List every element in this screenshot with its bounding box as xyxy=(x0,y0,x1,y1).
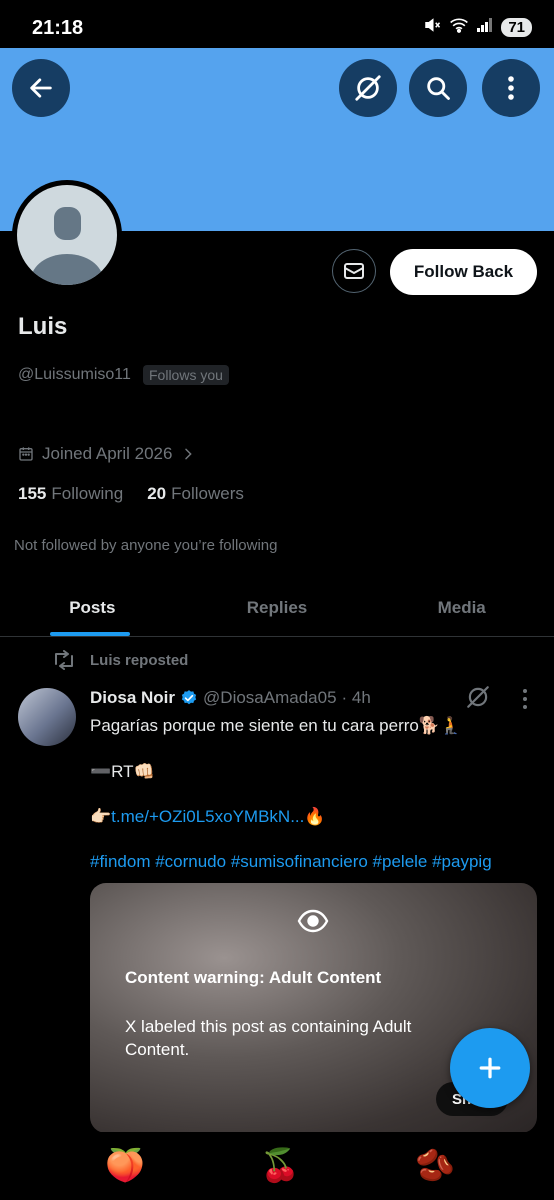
post-link-line: 👉🏻t.me/+OZi0L5xoYMBkN...🔥 xyxy=(90,807,326,827)
grok-icon xyxy=(467,686,489,708)
active-tab-indicator xyxy=(50,632,131,636)
tab-label: Media xyxy=(437,598,486,617)
message-button[interactable] xyxy=(332,249,376,293)
follow-back-button[interactable]: Follow Back xyxy=(390,249,537,295)
grok-icon xyxy=(355,75,381,101)
following-link[interactable]: 155 Following xyxy=(18,484,123,504)
status-time: 21:18 xyxy=(32,17,84,39)
more-vertical-icon xyxy=(508,76,514,100)
more-vertical-icon xyxy=(523,689,527,709)
verified-badge-icon xyxy=(181,690,197,705)
wifi-icon xyxy=(449,17,469,38)
repost-indicator: Luis reposted xyxy=(52,650,188,670)
content-warning-title: Content warning: Adult Content xyxy=(125,968,382,987)
more-options-button[interactable] xyxy=(482,59,540,117)
follow-counts: 155 Following 20 Followers xyxy=(18,484,244,504)
not-followed-text: Not followed by anyone you’re following xyxy=(14,537,278,554)
tab-label: Replies xyxy=(246,598,308,617)
following-count: 155 xyxy=(18,484,47,503)
joined-row[interactable]: Joined April 2026 xyxy=(18,444,196,464)
post-author-avatar[interactable] xyxy=(18,688,76,746)
envelope-icon xyxy=(344,263,364,279)
followers-link[interactable]: 20 Followers xyxy=(147,484,244,504)
eye-icon xyxy=(297,908,329,939)
profile-tabs: Posts Replies Media xyxy=(0,580,554,637)
post-text-line: Pagarías porque me siente en tu cara per… xyxy=(90,716,462,735)
telegram-link[interactable]: t.me/+OZi0L5xoYMBkN... xyxy=(111,807,304,826)
cherries-emoji: 🍒 xyxy=(260,1147,300,1183)
post-more-button[interactable] xyxy=(521,688,529,715)
profile-name: Luis xyxy=(18,313,68,340)
joined-date: Joined April 2026 xyxy=(42,444,173,463)
post-time: · 4h xyxy=(341,688,371,707)
peach-emoji: 🍑 xyxy=(105,1147,145,1183)
profile-handle: @Luissumiso11 xyxy=(18,366,131,383)
repost-label: Luis reposted xyxy=(90,651,189,669)
mute-icon xyxy=(423,16,441,39)
post-text-line: ➖RT👊🏻 xyxy=(90,762,155,781)
chevron-right-icon xyxy=(185,448,193,460)
repost-icon xyxy=(55,650,73,670)
post-author-name[interactable]: Diosa Noir xyxy=(90,688,175,708)
grok-button[interactable] xyxy=(339,59,397,117)
tab-replies[interactable]: Replies xyxy=(185,580,370,636)
post-header: Diosa Noir @DiosaAmada05 · 4h xyxy=(90,688,371,708)
profile-avatar[interactable] xyxy=(12,180,122,290)
following-label: Following xyxy=(51,484,124,503)
follows-you-badge: Follows you xyxy=(143,365,229,385)
tab-posts[interactable]: Posts xyxy=(0,580,185,636)
compose-button[interactable] xyxy=(450,1028,530,1108)
plus-icon xyxy=(479,1057,501,1079)
signal-icon xyxy=(477,18,493,37)
beans-emoji: 🫘 xyxy=(415,1147,455,1183)
pointing-emoji: 👉🏻 xyxy=(90,807,112,826)
search-icon xyxy=(427,77,450,100)
battery-indicator: 71 xyxy=(501,18,532,37)
content-warning-text: X labeled this post as containing Adult … xyxy=(125,1017,412,1059)
search-button[interactable] xyxy=(409,59,467,117)
post-author-handle[interactable]: @DiosaAmada05 xyxy=(203,688,337,708)
bottom-bar: 🍑 🍒 🫘 xyxy=(0,1132,554,1200)
calendar-icon xyxy=(19,447,33,461)
followers-count: 20 xyxy=(147,484,167,503)
tab-label: Posts xyxy=(69,598,116,617)
back-button[interactable] xyxy=(12,59,70,117)
post-grok-button[interactable] xyxy=(465,684,491,715)
fire-emoji: 🔥 xyxy=(304,807,326,826)
arrow-left-icon xyxy=(30,78,52,98)
status-bar: 21:18 71 xyxy=(0,0,554,48)
default-avatar-icon xyxy=(17,185,117,285)
status-icons: 71 xyxy=(423,16,532,39)
followers-label: Followers xyxy=(171,484,244,503)
tab-media[interactable]: Media xyxy=(369,580,554,636)
post-hashtags[interactable]: #findom #cornudo #sumisofinanciero #pele… xyxy=(90,852,492,872)
